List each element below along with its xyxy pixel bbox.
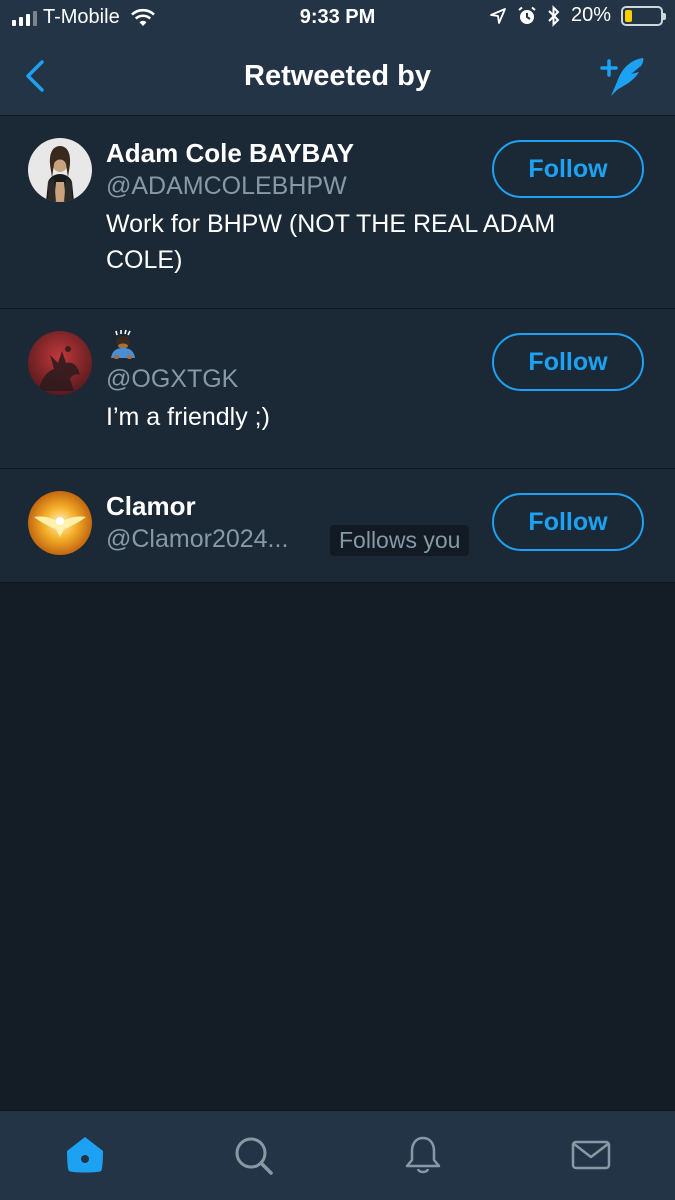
avatar[interactable] bbox=[28, 491, 92, 555]
user-name[interactable]: Adam Cole BAYBAY bbox=[106, 138, 354, 169]
status-right: 20% bbox=[489, 4, 666, 27]
user-handle: @OGXTGK bbox=[106, 365, 239, 393]
user-bio: Work for BHPW (NOT THE REAL ADAM COLE) bbox=[106, 210, 556, 274]
follow-button[interactable]: Follow bbox=[492, 493, 644, 551]
user-name[interactable]: Clamor bbox=[106, 491, 196, 522]
avatar[interactable] bbox=[28, 331, 92, 395]
tab-home[interactable] bbox=[63, 1133, 107, 1177]
follows-you-badge: Follows you bbox=[330, 525, 470, 556]
follow-button[interactable]: Follow bbox=[492, 140, 644, 198]
home-icon bbox=[67, 1137, 103, 1173]
user-row[interactable]: Adam Cole BAYBAY @ADAMCOLEBHPW Work for … bbox=[0, 116, 675, 309]
follow-button[interactable]: Follow bbox=[492, 333, 644, 391]
nav-bar: Retweeted by bbox=[0, 38, 675, 116]
search-icon bbox=[235, 1137, 273, 1175]
location-arrow-icon bbox=[490, 7, 506, 24]
user-handle: @Clamor2024... bbox=[106, 525, 289, 553]
tab-bar bbox=[0, 1110, 675, 1200]
alarm-clock-icon bbox=[518, 6, 536, 24]
avatar[interactable] bbox=[28, 138, 92, 202]
battery-percent: 20% bbox=[570, 4, 611, 26]
tab-search[interactable] bbox=[231, 1133, 275, 1177]
user-row[interactable]: @OGXTGK I’m a friendly ;) Follow bbox=[0, 309, 675, 469]
user-name-emoji[interactable] bbox=[106, 327, 140, 361]
user-handle: @ADAMCOLEBHPW bbox=[106, 172, 347, 200]
status-bar: T-Mobile 9:33 PM 20% bbox=[0, 0, 675, 38]
page-title: Retweeted by bbox=[244, 60, 431, 92]
user-row[interactable]: Clamor @Clamor2024... Follows you Follow bbox=[0, 469, 675, 583]
retweeters-list: Adam Cole BAYBAY @ADAMCOLEBHPW Work for … bbox=[0, 116, 675, 583]
battery-icon bbox=[621, 5, 666, 26]
bluetooth-icon bbox=[548, 4, 560, 27]
tab-notifications[interactable] bbox=[401, 1133, 445, 1177]
tab-messages[interactable] bbox=[569, 1133, 613, 1177]
person-bowing-emoji-icon bbox=[111, 329, 135, 359]
notifications-bell-icon bbox=[405, 1136, 441, 1174]
battery-level-fill bbox=[625, 9, 632, 22]
compose-feather-icon bbox=[600, 58, 644, 96]
compose-button[interactable] bbox=[599, 54, 649, 100]
user-bio: I’m a friendly ;) bbox=[106, 403, 270, 431]
messages-envelope-icon bbox=[571, 1140, 611, 1170]
